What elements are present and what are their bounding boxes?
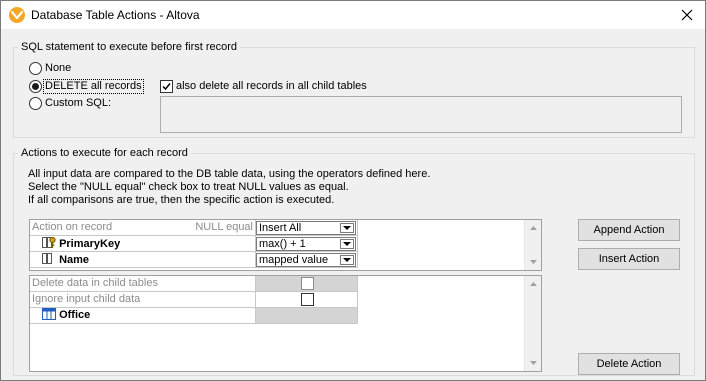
table-icon [42,308,56,320]
delete-child-data-checkbox[interactable] [301,277,314,290]
actions-group-legend: Actions to execute for each record [21,147,188,159]
action-grid-scrollbar[interactable] [524,220,541,270]
name-value-cell: mapped value [256,252,358,268]
table-row: Delete data in child tables [30,276,526,292]
table-row: Name mapped value [30,252,526,268]
action-combo-cell: Insert All [256,220,358,236]
action-grid: Action on record NULL equal Insert All P… [29,219,542,271]
radio-none-label[interactable]: None [45,62,71,75]
dropdown-arrow-icon[interactable] [340,239,354,249]
window-title: Database Table Actions - Altova [31,8,200,22]
also-delete-label[interactable]: also delete all records in all child tab… [176,80,367,93]
office-table-label: Office [59,309,91,321]
primary-key-name-cell: PrimaryKey [30,236,256,252]
name-field-cell: Name [30,252,256,268]
office-table-value-cell [256,308,358,324]
title-bar: Database Table Actions - Altova [1,1,705,29]
action-select[interactable]: Insert All [256,221,356,235]
scroll-down-arrow-icon[interactable] [525,355,541,371]
child-options-grid: Delete data in child tables Ignore input… [29,275,542,372]
delete-action-button[interactable]: Delete Action [578,353,680,375]
radio-custom-sql[interactable] [29,97,42,110]
radio-custom-sql-label[interactable]: Custom SQL: [45,97,111,110]
table-row: Office [30,308,526,324]
radio-delete-all-label[interactable]: DELETE all records [43,79,144,94]
primary-key-value-cell: max() + 1 [256,236,358,252]
append-action-button[interactable]: Append Action [578,219,680,241]
action-select-value: Insert All [259,222,302,234]
insert-action-button[interactable]: Insert Action [578,248,680,270]
field-icon [42,253,52,264]
dialog-window: Database Table Actions - Altova SQL stat… [0,0,706,381]
custom-sql-textarea[interactable] [160,96,682,133]
delete-child-data-label: Delete data in child tables [30,276,256,292]
action-on-record-text: Action on record [32,221,113,233]
dropdown-arrow-icon[interactable] [340,223,354,233]
sql-group-legend: SQL statement to execute before first re… [21,41,238,53]
checkmark-icon [162,83,171,91]
primary-key-select-value: max() + 1 [259,238,306,250]
name-select-value: mapped value [259,254,329,266]
description-line-1: All input data are compared to the DB ta… [28,168,431,180]
close-button[interactable] [669,1,705,29]
primary-key-label: PrimaryKey [59,238,121,250]
child-grid-scrollbar[interactable] [524,276,541,371]
scroll-up-arrow-icon[interactable] [525,220,541,236]
action-on-record-label: Action on record NULL equal [30,220,256,236]
primary-key-field-icon [42,236,56,248]
scroll-up-arrow-icon[interactable] [525,276,541,292]
scroll-down-arrow-icon[interactable] [525,254,541,270]
also-delete-checkbox[interactable] [160,80,173,93]
null-equal-header: NULL equal [195,221,253,233]
close-icon [681,9,693,21]
radio-delete-all[interactable] [29,80,42,93]
ignore-child-data-label: Ignore input child data [30,292,256,308]
ignore-child-data-cell [256,292,358,308]
delete-child-data-cell [256,276,358,292]
description-line-3: If all comparisons are true, then the sp… [28,194,335,206]
name-field-label: Name [59,254,90,266]
name-select[interactable]: mapped value [256,253,356,267]
primary-key-select[interactable]: max() + 1 [256,237,356,251]
description-line-2: Select the "NULL equal" check box to tre… [28,181,349,193]
ignore-child-data-checkbox[interactable] [301,293,314,306]
radio-none[interactable] [29,62,42,75]
action-header-row: Action on record NULL equal Insert All [30,220,526,236]
altova-mapforce-icon [9,7,25,23]
dropdown-arrow-icon[interactable] [340,255,354,265]
office-table-cell: Office [30,308,256,324]
table-row: Ignore input child data [30,292,526,308]
table-row: PrimaryKey max() + 1 [30,236,526,252]
